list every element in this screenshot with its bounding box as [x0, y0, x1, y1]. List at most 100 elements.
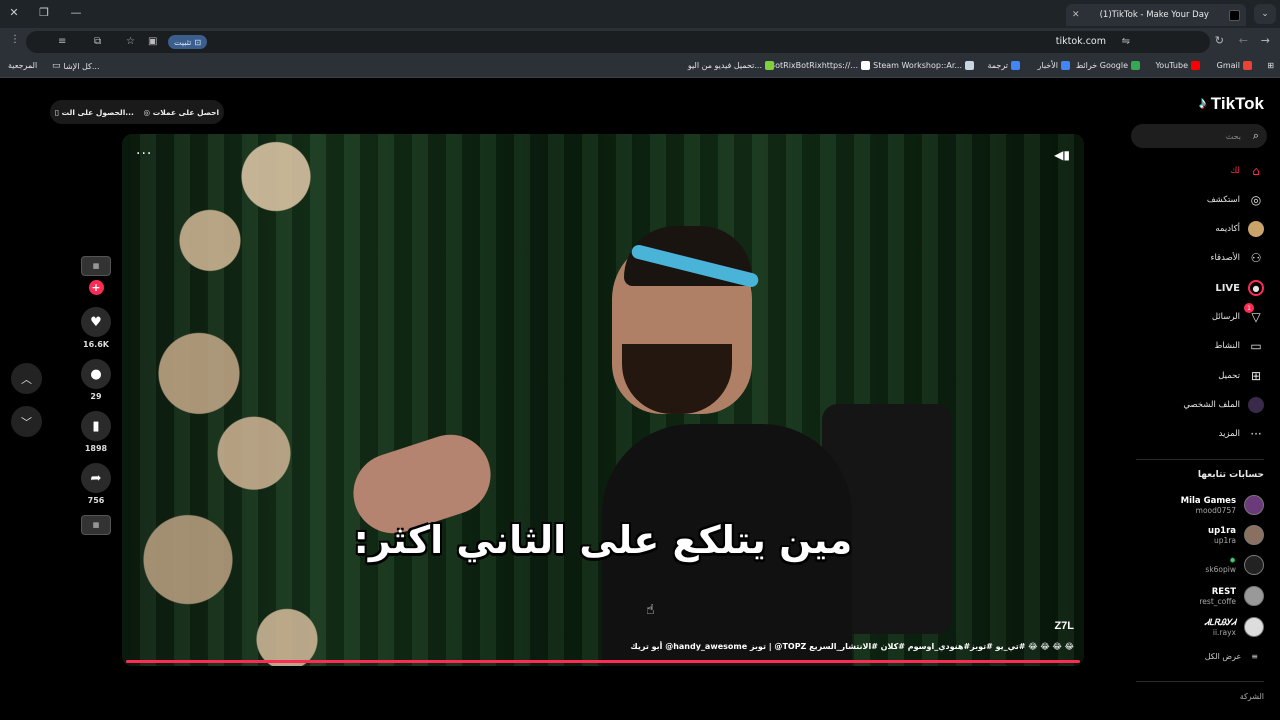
- profile-icon: [1248, 397, 1264, 413]
- more-icon: ···: [1250, 427, 1262, 441]
- creator-avatar-image: ▦: [81, 256, 111, 276]
- messages-badge: 1: [1244, 303, 1254, 313]
- creator-avatar[interactable]: ▦: [78, 256, 114, 276]
- tiktok-favicon-icon: [1229, 9, 1240, 21]
- share-icon: ➦: [90, 470, 102, 486]
- tiktok-note-icon: ♪: [1198, 95, 1207, 112]
- bookmark-youtube[interactable]: YouTube: [1155, 61, 1200, 70]
- cast-icon[interactable]: ▣: [148, 36, 157, 47]
- bookmark-news[interactable]: الأخبار: [1038, 61, 1070, 70]
- restore-window-icon[interactable]: ❐: [36, 6, 52, 19]
- nav-live[interactable]: LIVE ●: [1114, 277, 1264, 299]
- browser-tab[interactable]: ✕ (1)TikTok - Make Your Day: [1066, 4, 1246, 26]
- following-title: حسابات تتابعها: [1197, 470, 1264, 480]
- video-more-icon[interactable]: ···: [136, 146, 152, 162]
- nav-for-you[interactable]: لك ⌂: [1114, 160, 1264, 182]
- avatar: [1244, 586, 1264, 606]
- music-disc-icon[interactable]: ▦: [81, 515, 111, 535]
- nav-friends[interactable]: الأصدقاء ⚇: [1114, 247, 1264, 269]
- browser-toolbar: ⋮ ≡ ⧉ ☆ ▣ تثبيت ⊡ tiktok.com ⇋ ↻ ← →: [0, 28, 1280, 56]
- extensions-icon[interactable]: ⧉: [94, 36, 101, 47]
- see-all-link[interactable]: عرض الكل ≡: [1205, 652, 1258, 661]
- reading-list-icon[interactable]: ≡: [58, 36, 66, 47]
- address-bar[interactable]: ≡ ⧉ ☆ ▣ تثبيت ⊡ tiktok.com ⇋: [26, 31, 1210, 53]
- bookmark-video-download[interactable]: تحميل فيديو من اليو...: [688, 61, 774, 70]
- following-account[interactable]: up1ra up1ra: [1134, 522, 1264, 548]
- video-player[interactable]: ··· ◀▮ مين يتلكع على الثاني اكثر: ☝ Z7L …: [122, 134, 1084, 666]
- tab-search-icon[interactable]: ⌄: [1254, 4, 1276, 24]
- video-caption: مين يتلكع على الثاني اكثر:: [353, 518, 853, 562]
- get-coins-link[interactable]: ◎ احصل على عملات: [144, 108, 220, 117]
- reload-icon[interactable]: ↻: [1215, 34, 1224, 47]
- following-account[interactable]: ✹ sk6opiw: [1134, 552, 1264, 578]
- nav-activity[interactable]: النشاط ▭: [1114, 335, 1264, 357]
- bookmark-star-icon[interactable]: ☆: [126, 36, 135, 47]
- following-account[interactable]: ᏗᏞᏒᎯᎩᏗ ii.rayx: [1134, 614, 1264, 640]
- avatar: [1244, 555, 1264, 575]
- video-watermark: Z7L: [1054, 620, 1074, 632]
- video-description[interactable]: 😂 😂 😂 😂 #تي_يو #توبز#هنودي_اوسوم #كلان #…: [630, 642, 1074, 651]
- bookmark-all[interactable]: ▭ كل الإشا...: [52, 61, 100, 71]
- nav-profile[interactable]: الملف الشخصي: [1114, 394, 1264, 416]
- previous-video-button[interactable]: ︿: [11, 363, 42, 394]
- url-text: tiktok.com: [1055, 36, 1106, 47]
- search-icon[interactable]: ⌕: [1253, 129, 1259, 143]
- upload-icon: ⊞: [1250, 369, 1262, 383]
- avatar-icon: [1248, 221, 1264, 237]
- bookmark-steam[interactable]: Steam Workshop::Ar...: [873, 61, 974, 70]
- close-tab-icon[interactable]: ✕: [1072, 10, 1080, 20]
- apps-grid-icon[interactable]: ⊞: [1267, 61, 1274, 70]
- live-dot-icon: ✹: [1229, 556, 1236, 565]
- compass-icon: ◎: [1250, 193, 1262, 207]
- home-icon: ⌂: [1252, 164, 1260, 178]
- forward-icon[interactable]: →: [1261, 34, 1270, 47]
- comment-button[interactable]: ●: [81, 359, 111, 389]
- nav-messages[interactable]: الرسائل ▽ 1: [1114, 303, 1264, 328]
- tiktok-logo[interactable]: ♪ TikTok: [1199, 94, 1264, 114]
- nav-more[interactable]: المزيد ···: [1114, 423, 1264, 445]
- bookmark-reference[interactable]: المرجعية: [8, 61, 37, 70]
- activity-icon: ▭: [1250, 339, 1262, 353]
- close-window-icon[interactable]: ✕: [6, 6, 22, 19]
- next-video-button[interactable]: ﹀: [11, 406, 42, 437]
- back-icon[interactable]: ←: [1239, 34, 1248, 47]
- live-icon: ●: [1248, 280, 1264, 296]
- bookmark-icon: ▮: [92, 418, 100, 434]
- install-app-button[interactable]: تثبيت ⊡: [168, 35, 208, 49]
- browser-menu-icon[interactable]: ⋮: [10, 34, 20, 45]
- save-button[interactable]: ▮: [81, 411, 111, 441]
- company-link[interactable]: الشركة: [1240, 692, 1264, 701]
- minimize-window-icon[interactable]: —: [68, 6, 84, 19]
- video-progress-bar[interactable]: [126, 660, 1080, 663]
- comment-icon: ●: [90, 366, 102, 382]
- chevron-up-icon: ︿: [21, 372, 32, 386]
- sidebar-divider: [1136, 681, 1264, 682]
- get-app-link[interactable]: ▯ الحصول على الت...: [55, 108, 134, 117]
- like-count: 16.6K: [83, 340, 109, 349]
- nav-upload[interactable]: تحميل ⊞: [1114, 365, 1264, 387]
- chevron-down-icon: ﹀: [21, 415, 32, 429]
- flower-decor: [122, 134, 342, 666]
- bookmark-botrix[interactable]: BotRixBotRixhttps://...: [770, 61, 870, 70]
- install-icon: ⊡: [194, 37, 202, 47]
- following-account[interactable]: REST rest_coffe: [1134, 583, 1264, 609]
- follow-plus-button[interactable]: +: [88, 280, 104, 295]
- volume-icon[interactable]: ◀▮: [1054, 148, 1070, 162]
- bookmark-translate[interactable]: ترجمة: [988, 61, 1020, 70]
- bookmark-gmail[interactable]: Gmail: [1217, 61, 1252, 70]
- heart-icon: ♥: [90, 314, 102, 330]
- nav-academy[interactable]: أكاديمه: [1114, 218, 1264, 240]
- like-button[interactable]: ♥: [81, 307, 111, 337]
- search-input[interactable]: بحث ⌕: [1131, 124, 1267, 148]
- bookmark-maps[interactable]: خرائط Google: [1076, 61, 1140, 70]
- mouse-cursor-icon: ☝: [646, 602, 655, 618]
- nav-explore[interactable]: استكشف ◎: [1114, 189, 1264, 211]
- get-app-bar: ▯ الحصول على الت... ◎ احصل على عملات: [50, 100, 224, 124]
- folder-icon: ▭: [52, 61, 61, 71]
- avatar: [1244, 495, 1264, 515]
- browser-tab-strip: ✕ ❐ — + ✕ (1)TikTok - Make Your Day ⌄: [0, 0, 1280, 28]
- share-button[interactable]: ➦: [81, 463, 111, 493]
- site-settings-icon[interactable]: ⇋: [1122, 36, 1130, 47]
- sidebar-divider: [1136, 459, 1264, 460]
- following-account[interactable]: Mila Games mood0757: [1134, 492, 1264, 518]
